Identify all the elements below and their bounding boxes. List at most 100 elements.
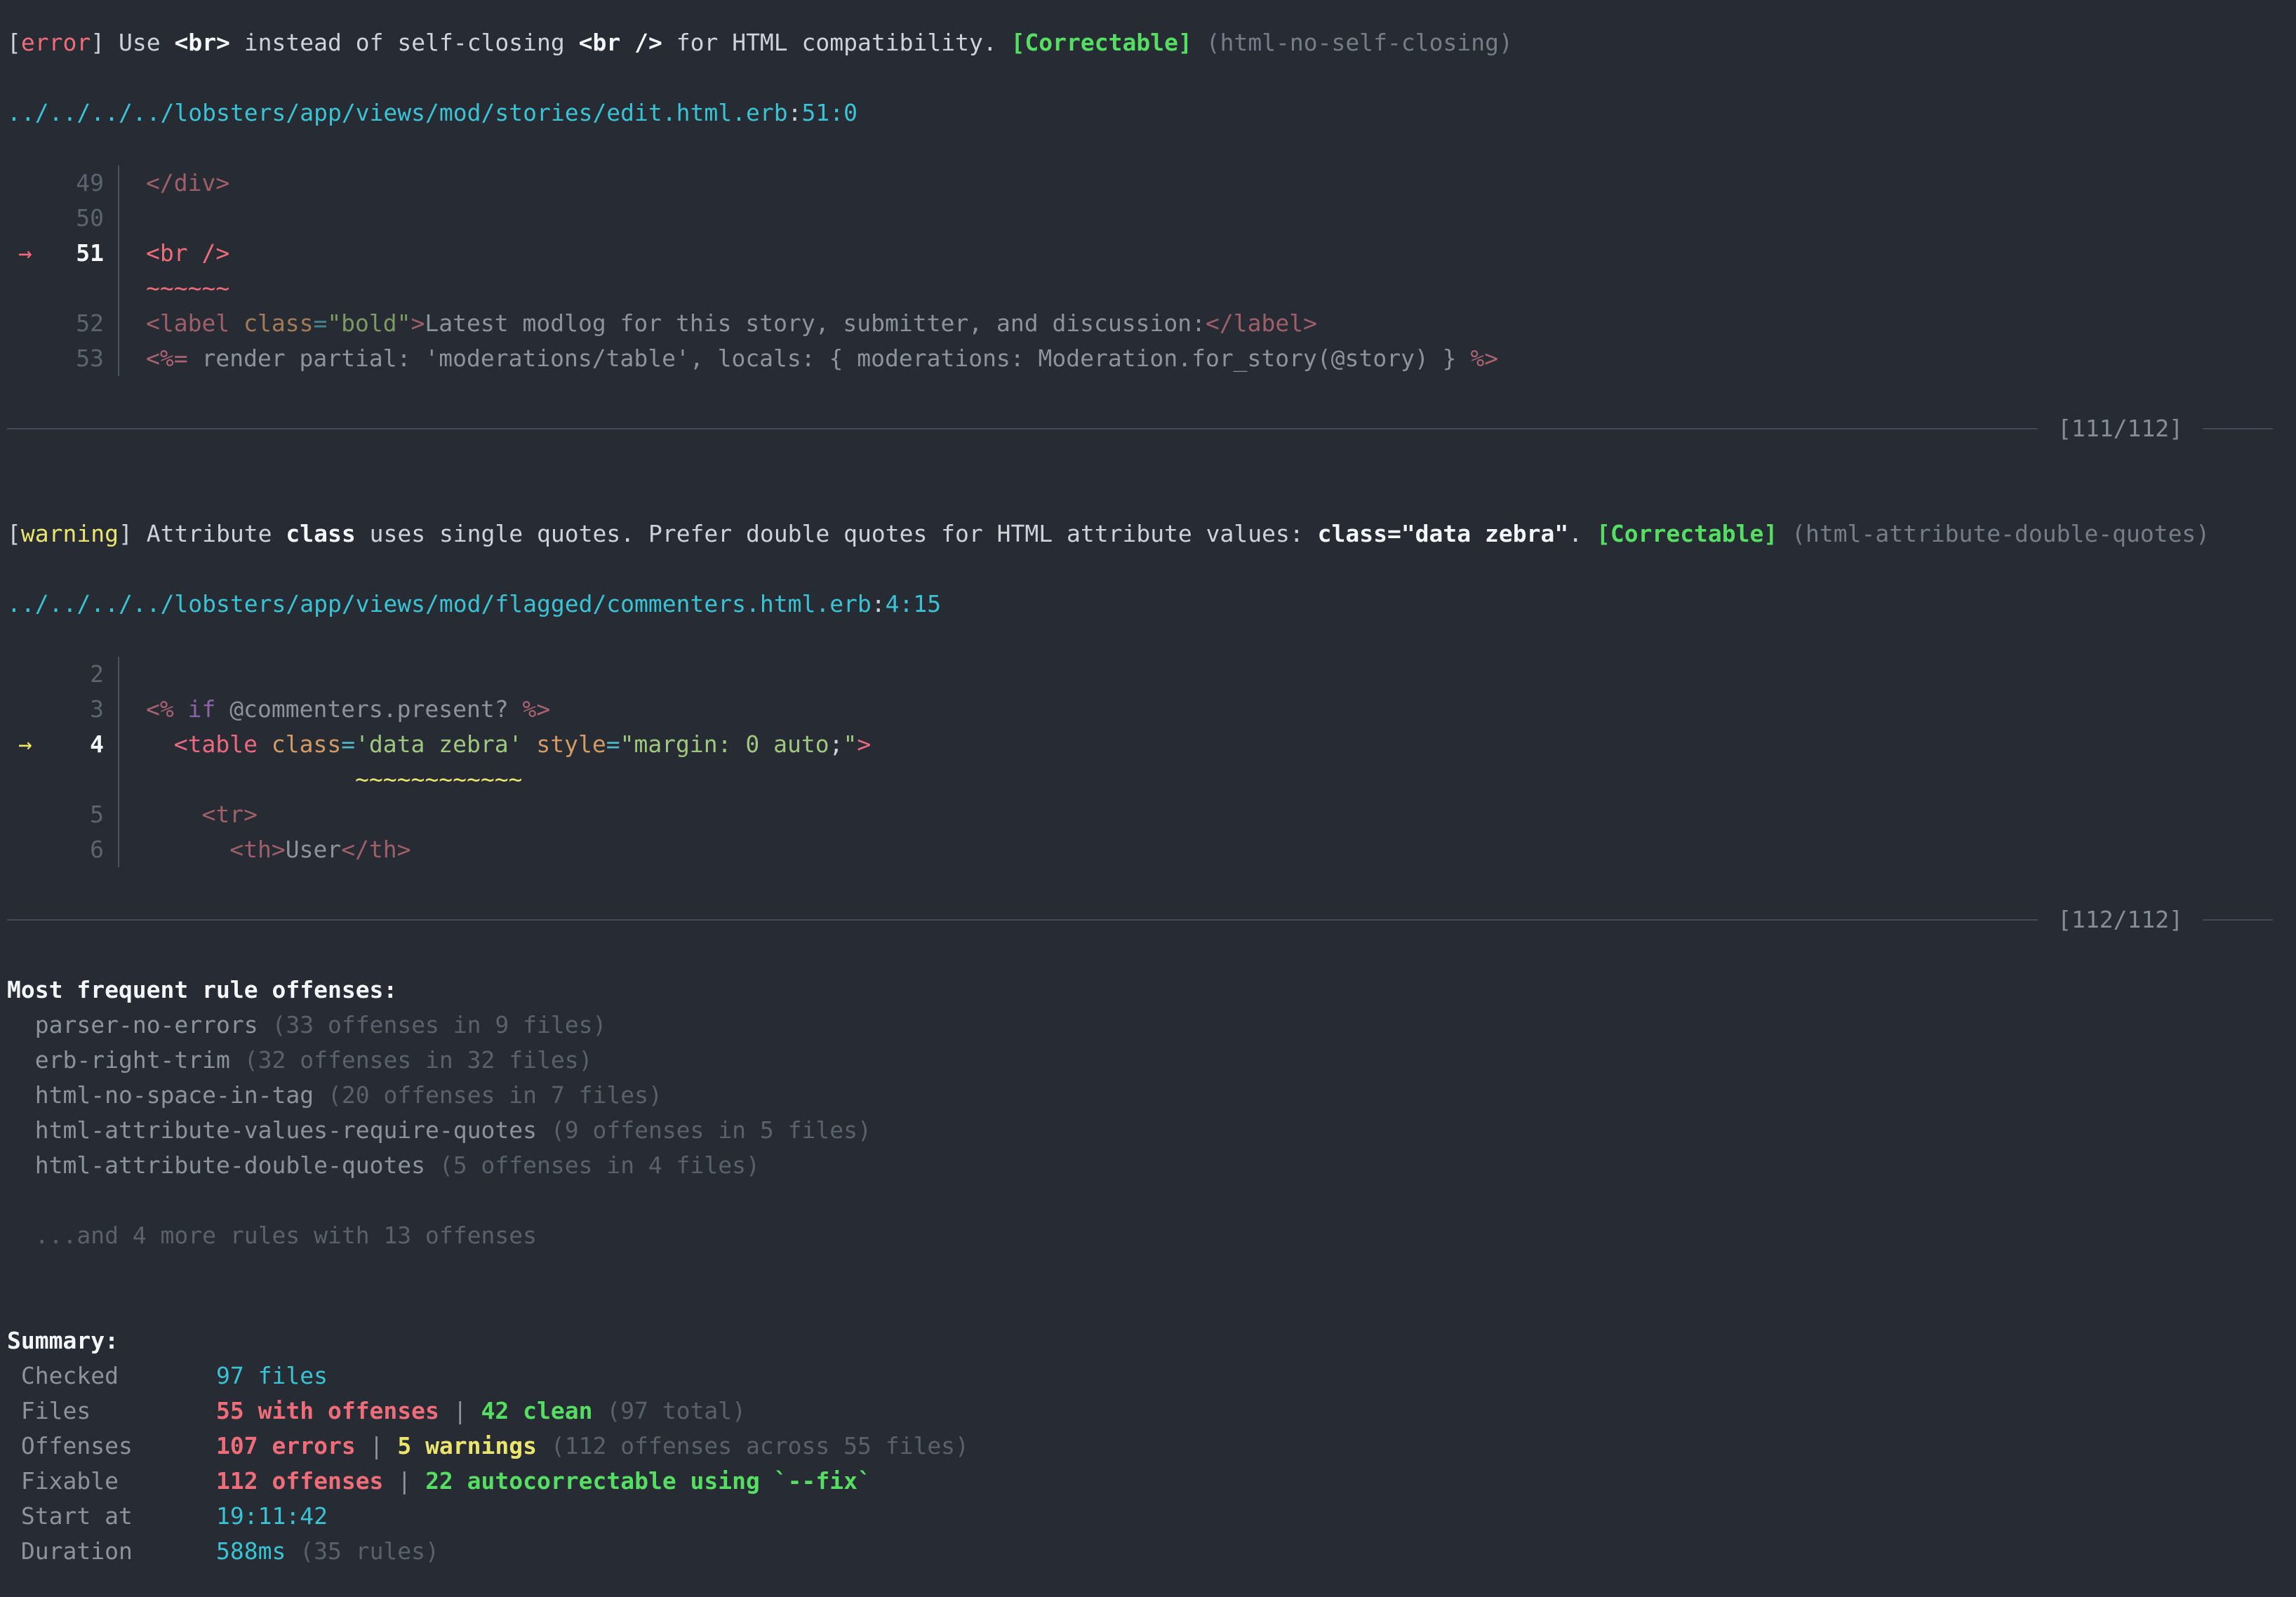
text-segment: = xyxy=(341,730,355,758)
text-segment xyxy=(258,1008,272,1043)
text-segment: "bold" xyxy=(327,309,411,337)
separator-line xyxy=(2203,428,2273,429)
text-segment xyxy=(7,1148,35,1183)
gutter: 5 xyxy=(7,797,104,832)
code-content: ~~~~~~~~~~~~ xyxy=(118,762,2273,797)
text-segment: class xyxy=(243,309,313,337)
blank-line xyxy=(7,446,2273,481)
line-number: 51 xyxy=(76,239,104,267)
blank-line xyxy=(7,1183,2273,1218)
text-segment xyxy=(7,1043,35,1078)
error-underline: ~~~~~~ xyxy=(146,274,229,302)
rule-name: html-no-space-in-tag xyxy=(35,1078,314,1113)
gutter: 53 xyxy=(7,341,104,376)
text-segment xyxy=(146,730,174,758)
text-segment: %> xyxy=(522,695,550,723)
summary-label: Duration xyxy=(7,1534,216,1569)
line-number: 3 xyxy=(90,695,104,723)
offense-pointer-arrow: → xyxy=(18,727,32,762)
warning-underline-line: ~~~~~~~~~~~~ xyxy=(7,762,2273,797)
blank-line xyxy=(7,131,2273,166)
rule-count: (32 offenses in 32 files) xyxy=(244,1043,593,1078)
file-path[interactable]: ../../../../lobsters/app/views/mod/flagg… xyxy=(7,587,2273,622)
summary-row-start-at: Start at 19:11:42 xyxy=(7,1499,2273,1534)
text-segment: </div> xyxy=(146,169,229,196)
code-line-52: 52 <label class="bold">Latest modlog for … xyxy=(7,306,2273,341)
blank-line xyxy=(7,376,2273,411)
fixable-count: 112 offenses xyxy=(216,1464,383,1499)
warning-count: 5 warnings xyxy=(397,1429,537,1464)
gutter: →4 xyxy=(7,727,104,762)
line-number: 5 xyxy=(90,801,104,828)
file-path[interactable]: ../../../../lobsters/app/views/mod/stori… xyxy=(7,95,2273,131)
code-line-51: →51<br /> xyxy=(7,236,2273,271)
more-rules-text: ...and 4 more rules with 13 offenses xyxy=(35,1218,537,1253)
warning-message: [warning] Attribute class uses single qu… xyxy=(7,516,2273,552)
text-segment xyxy=(7,1008,35,1043)
gutter xyxy=(7,762,104,797)
gutter: 52 xyxy=(7,306,104,341)
file-path-text: ../../../../lobsters/app/views/mod/stori… xyxy=(7,95,788,131)
code-content: <label class="bold">Latest modlog for th… xyxy=(118,306,2273,341)
offense-pointer-arrow: → xyxy=(18,236,32,271)
code-line-3: 3<% if @commenters.present? %> xyxy=(7,692,2273,727)
text-segment xyxy=(537,1113,551,1148)
section-heading: Summary: xyxy=(7,1323,119,1358)
rule-count: (5 offenses in 4 files) xyxy=(439,1148,760,1183)
text-segment: = xyxy=(606,730,620,758)
text-segment: class xyxy=(272,730,341,758)
text-segment xyxy=(383,1464,397,1499)
error-underline-line: ~~~~~~ xyxy=(7,271,2273,306)
text-segment xyxy=(7,1078,35,1113)
files-total: (97 total) xyxy=(606,1394,746,1429)
summary-label: Fixable xyxy=(7,1464,216,1499)
summary-label: Start at xyxy=(7,1499,216,1534)
text-segment: render partial: 'moderations/table', loc… xyxy=(188,345,1471,372)
blank-line xyxy=(7,1253,2273,1288)
rule-id: (html-attribute-double-quotes) xyxy=(1791,516,2210,552)
text-segment xyxy=(229,309,243,337)
text-segment xyxy=(439,1394,453,1429)
text-segment: @commenters.present? xyxy=(215,695,522,723)
file-position: 4:15 xyxy=(886,587,941,622)
text-segment xyxy=(1777,516,1791,552)
text-segment: <%= xyxy=(146,345,188,372)
text-segment xyxy=(537,1429,551,1464)
text-segment xyxy=(286,1534,300,1569)
text-segment xyxy=(7,1218,35,1253)
text-segment xyxy=(356,1429,370,1464)
rule-offense-item: html-attribute-double-quotes (5 offenses… xyxy=(7,1148,2273,1183)
blank-line xyxy=(7,622,2273,657)
summary-value: 97 files xyxy=(216,1358,328,1394)
summary-row-fixable: Fixable 112 offenses | 22 autocorrectabl… xyxy=(7,1464,2273,1499)
rule-offenses-heading: Most frequent rule offenses: xyxy=(7,973,2273,1008)
gutter: 2 xyxy=(7,657,104,692)
gutter: 6 xyxy=(7,832,104,867)
code-content xyxy=(118,657,2273,692)
text-segment xyxy=(314,1078,328,1113)
text-segment xyxy=(7,1113,35,1148)
text-segment: " xyxy=(843,730,857,758)
rule-offense-item: html-no-space-in-tag (20 offenses in 7 f… xyxy=(7,1078,2273,1113)
code-content: <table class='data zebra' style="margin:… xyxy=(118,727,2273,762)
code-content xyxy=(118,201,2273,236)
severity-error: error xyxy=(21,25,91,60)
code-content: <%= render partial: 'moderations/table',… xyxy=(118,341,2273,376)
code-line-50: 50 xyxy=(7,201,2273,236)
error-count: 107 errors xyxy=(216,1429,356,1464)
text-segment: | xyxy=(397,1464,411,1499)
text-segment: <tr> xyxy=(201,801,257,828)
file-path-text: ../../../../lobsters/app/views/mod/flagg… xyxy=(7,587,872,622)
correctable-badge: [Correctable] xyxy=(1011,25,1192,60)
blank-line xyxy=(7,60,2273,95)
text-segment xyxy=(411,1464,425,1499)
text-segment xyxy=(522,730,536,758)
summary-heading: Summary: xyxy=(7,1323,2273,1358)
text-segment: ; xyxy=(829,730,843,758)
gutter: 50 xyxy=(7,201,104,236)
text-segment xyxy=(146,836,229,863)
text-segment: <br /> xyxy=(579,25,662,60)
code-line-53: 53 <%= render partial: 'moderations/table… xyxy=(7,341,2273,376)
text-segment: style xyxy=(536,730,606,758)
terminal-output: [error] Use <br> instead of self-closing… xyxy=(0,0,2296,1597)
